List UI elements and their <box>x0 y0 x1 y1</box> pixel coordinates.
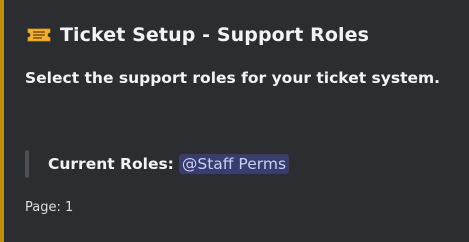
role-mention-staff-perms[interactable]: @Staff Perms <box>178 154 290 174</box>
current-roles-label: Current Roles: <box>48 155 174 173</box>
ticket-icon <box>26 22 52 48</box>
blockquote-bar <box>25 150 29 178</box>
embed-card: Ticket Setup - Support Roles Select the … <box>0 0 469 242</box>
embed-description: Select the support roles for your ticket… <box>25 69 441 87</box>
embed-title: Ticket Setup - Support Roles <box>60 24 370 46</box>
embed-footer-page: Page: 1 <box>25 200 74 215</box>
current-roles-blockquote: Current Roles: @Staff Perms <box>25 150 290 178</box>
embed-title-row: Ticket Setup - Support Roles <box>26 22 369 48</box>
embed-accent-bar <box>0 0 4 242</box>
